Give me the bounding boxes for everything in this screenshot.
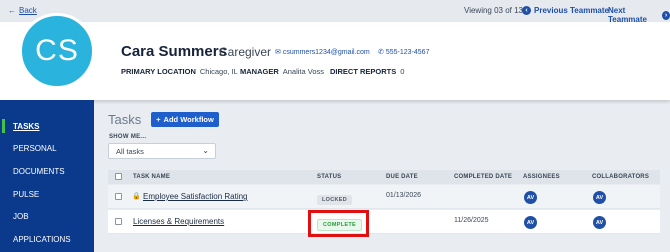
viewing-counter: Viewing 03 of 13 xyxy=(464,6,524,15)
profile-phone-link[interactable]: ✆ 555-123-4567 xyxy=(378,48,430,57)
task-name-link[interactable]: Licenses & Requirements xyxy=(133,217,224,226)
sidebar-item-pulse[interactable]: PULSE xyxy=(0,184,94,204)
select-all-checkbox[interactable] xyxy=(115,173,122,180)
due-date: 01/13/2026 xyxy=(386,192,422,199)
column-due-date[interactable]: DUE DATE xyxy=(386,174,418,180)
highlight-box xyxy=(308,210,369,237)
top-bar: ← Back Viewing 03 of 13 ‹ Previous Teamm… xyxy=(0,0,670,24)
primary-location-value: Chicago, IL xyxy=(199,67,238,76)
previous-teammate-button[interactable]: ‹ Previous Teammate xyxy=(522,6,609,15)
lock-icon: 🔒 xyxy=(132,193,141,200)
profile-phone: 555-123-4567 xyxy=(385,48,430,56)
table-header: TASK NAME STATUS DUE DATE COMPLETED DATE… xyxy=(108,170,660,184)
sidebar-item-job[interactable]: JOB xyxy=(0,206,94,226)
manager: MANAGER Analita Voss xyxy=(240,67,324,76)
primary-location-label: PRIMARY LOCATION xyxy=(121,67,196,76)
manager-value: Analita Voss xyxy=(282,67,325,76)
phone-icon: ✆ xyxy=(378,49,384,56)
profile-name: Cara Summers xyxy=(121,43,227,60)
direct-reports: DIRECT REPORTS 0 xyxy=(330,67,404,76)
chevron-right-icon: › xyxy=(662,10,670,20)
manager-label: MANAGER xyxy=(240,67,279,76)
profile-header: Cara Summers Caregiver ✉ csummers1234@gm… xyxy=(0,22,670,100)
column-status[interactable]: STATUS xyxy=(317,174,341,180)
show-me-label: SHOW ME... xyxy=(109,134,147,140)
plus-icon: + xyxy=(156,115,161,124)
chevron-down-icon: ⌄ xyxy=(202,146,209,155)
previous-teammate-label: Previous Teammate xyxy=(534,6,609,15)
collaborator-avatar[interactable]: AV xyxy=(593,191,606,204)
direct-reports-value: 0 xyxy=(400,67,405,76)
table-row: Licenses & Requirements COMPLETE 11/26/2… xyxy=(108,210,660,234)
profile-email-link[interactable]: ✉ csummers1234@gmail.com xyxy=(275,48,370,57)
profile-email: csummers1234@gmail.com xyxy=(282,48,370,56)
task-name-link[interactable]: Employee Satisfaction Rating xyxy=(143,192,248,201)
direct-reports-label: DIRECT REPORTS xyxy=(330,67,397,76)
sidebar: TASKS PERSONAL DOCUMENTS PULSE JOB APPLI… xyxy=(0,100,94,252)
page-title: Tasks xyxy=(108,112,142,127)
sidebar-item-documents[interactable]: DOCUMENTS xyxy=(0,161,94,181)
add-workflow-button[interactable]: + Add Workflow xyxy=(151,112,219,127)
completed-date: 11/26/2025 xyxy=(454,217,489,224)
chevron-left-icon: ‹ xyxy=(522,6,531,15)
back-label: Back xyxy=(19,6,37,15)
column-completed-date[interactable]: COMPLETED DATE xyxy=(454,174,512,180)
profile-avatar: CS xyxy=(19,13,95,89)
sidebar-item-personal[interactable]: PERSONAL xyxy=(0,138,94,158)
column-task-name[interactable]: TASK NAME xyxy=(133,174,170,180)
back-link[interactable]: ← Back xyxy=(8,6,37,15)
task-filter-value: All tasks xyxy=(116,146,144,156)
sidebar-item-applications[interactable]: APPLICATIONS xyxy=(0,229,94,249)
task-filter-select[interactable]: All tasks ⌄ xyxy=(108,143,216,159)
primary-location: PRIMARY LOCATION Chicago, IL xyxy=(121,67,238,76)
assignee-avatar[interactable]: AV xyxy=(524,191,537,204)
status-badge: LOCKED xyxy=(317,195,353,205)
sidebar-item-tasks[interactable]: TASKS xyxy=(0,116,94,136)
row-checkbox[interactable] xyxy=(115,218,122,225)
collaborator-avatar[interactable]: AV xyxy=(593,216,606,229)
column-collaborators[interactable]: COLLABORATORS xyxy=(592,174,649,180)
profile-role: Caregiver xyxy=(219,45,272,59)
assignee-avatar[interactable]: AV xyxy=(524,216,537,229)
arrow-left-icon: ← xyxy=(8,6,16,15)
row-checkbox[interactable] xyxy=(115,193,122,200)
table-row: 🔒 Employee Satisfaction Rating LOCKED 01… xyxy=(108,185,660,209)
mail-icon: ✉ xyxy=(275,49,281,56)
add-workflow-label: Add Workflow xyxy=(163,115,214,124)
column-assignees[interactable]: ASSIGNEES xyxy=(523,174,560,180)
